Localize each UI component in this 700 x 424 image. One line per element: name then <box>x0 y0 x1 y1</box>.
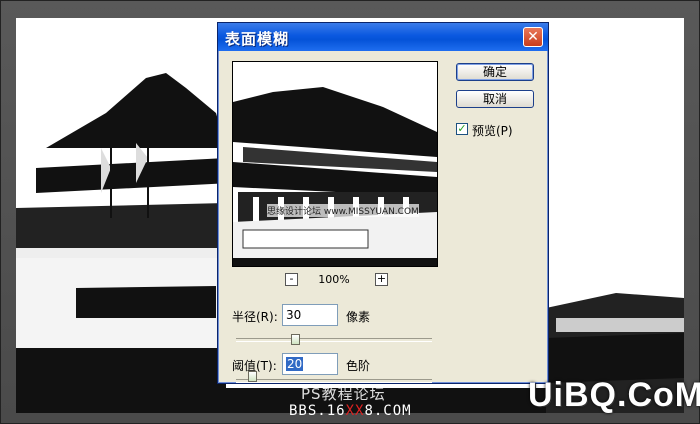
radius-label: 半径(R): <box>232 310 278 324</box>
preview-checkbox[interactable]: ✓ <box>456 123 468 135</box>
cancel-button[interactable]: 取消 <box>456 90 534 108</box>
preview-checkbox-label: 预览(P) <box>472 124 513 138</box>
threshold-unit: 色阶 <box>346 359 371 373</box>
radius-slider-track[interactable] <box>236 338 432 342</box>
brand-watermark: UiBQ.CoM <box>528 376 700 414</box>
threshold-value-selected: 20 <box>286 357 304 371</box>
checkmark-icon: ✓ <box>457 122 467 135</box>
bbs-prefix: BBS.16 <box>289 403 346 419</box>
forum-watermark: PS教程论坛 <box>301 385 386 403</box>
surface-blur-dialog: 表面模糊 ✕ 思缘设计论坛 www.MISSYUAN.COM - 100% + … <box>217 22 549 384</box>
close-icon: ✕ <box>527 29 539 45</box>
close-button[interactable]: ✕ <box>523 27 543 47</box>
preview-watermark: 思缘设计论坛 www.MISSYUAN.COM <box>267 204 419 217</box>
bbs-red: XX <box>345 403 365 419</box>
zoom-out-button[interactable]: - <box>285 273 298 286</box>
ok-button[interactable]: 确定 <box>456 63 534 81</box>
bbs-watermark: BBS.16XX8.COM <box>289 403 412 419</box>
threshold-slider-thumb[interactable] <box>247 371 257 382</box>
dialog-title: 表面模糊 <box>225 30 290 48</box>
zoom-in-button[interactable]: + <box>375 273 388 286</box>
dialog-titlebar[interactable]: 表面模糊 ✕ <box>218 23 548 51</box>
radius-slider-thumb[interactable] <box>290 334 300 345</box>
bbs-suffix: 8.COM <box>364 403 412 419</box>
threshold-input[interactable]: 20 <box>282 353 338 375</box>
radius-unit: 像素 <box>346 310 371 324</box>
preview-image <box>233 62 437 266</box>
preview-pane[interactable]: 思缘设计论坛 www.MISSYUAN.COM <box>232 61 438 267</box>
zoom-level: 100% <box>318 273 350 286</box>
radius-input[interactable]: 30 <box>282 304 338 326</box>
